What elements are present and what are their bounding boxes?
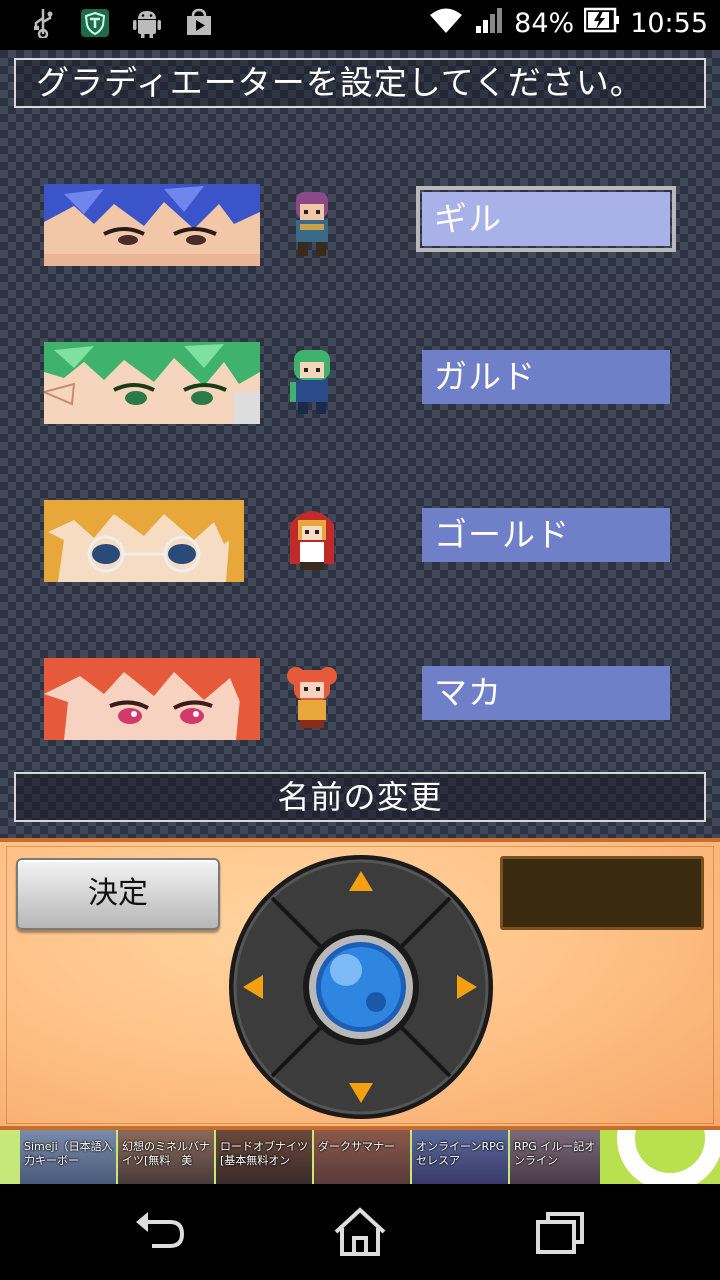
character-portrait [44,658,260,740]
arrow-left-icon[interactable] [242,974,264,1000]
usb-icon [28,8,58,38]
wifi-icon [428,6,464,41]
virtual-controller: 決定 [0,838,720,1130]
ad-logo-icon[interactable] [600,1130,720,1184]
character-sprite [282,662,342,734]
back-icon[interactable] [130,1206,190,1258]
status-bar: 84% 10:55 [0,0,720,50]
center-orb-icon[interactable] [316,942,406,1032]
character-row[interactable]: ゴールド [0,500,720,584]
play-store-icon [184,8,214,38]
character-row[interactable]: マカ [0,658,720,742]
clock: 10:55 [630,8,708,39]
ad-item[interactable]: ロードオブナイツ[基本無料オン [216,1130,312,1184]
character-sprite [282,504,342,576]
arrow-up-icon[interactable] [348,870,374,892]
recents-icon[interactable] [530,1206,590,1258]
ad-item[interactable]: オンライーンRPGセレスア [412,1130,508,1184]
android-icon [132,8,162,38]
name-field-gardo[interactable]: ガルド [422,350,670,404]
change-name-button[interactable]: 名前の変更 [14,772,706,822]
character-portrait [44,184,260,266]
character-row[interactable]: ガルド [0,342,720,426]
ad-item[interactable]: ダークサマナー [314,1130,410,1184]
arrow-down-icon[interactable] [348,1082,374,1104]
arrow-right-icon[interactable] [456,974,478,1000]
name-field-maka[interactable]: マカ [422,666,670,720]
ad-item[interactable]: Simeji（日本語入力キーボー [20,1130,116,1184]
character-sprite [282,346,342,418]
character-portrait [44,342,260,424]
signal-icon [474,6,504,41]
secondary-button[interactable] [500,856,704,930]
navigation-bar [0,1184,720,1280]
game-screen: グラディエーターを設定してください。 ギル ガルド ゴールド マカ 名前の変更 [0,50,720,838]
home-icon[interactable] [330,1206,390,1258]
page-title: グラディエーターを設定してください。 [14,58,706,108]
name-field-gold[interactable]: ゴールド [422,508,670,562]
character-row[interactable]: ギル [0,184,720,268]
character-sprite [282,188,342,260]
ad-banner[interactable]: Simeji（日本語入力キーボー 幻想のミネルバナイツ[無料 美 ロードオブナイ… [0,1130,720,1184]
ad-item[interactable]: 幻想のミネルバナイツ[無料 美 [118,1130,214,1184]
battery-charging-icon [583,7,620,40]
battery-percent: 84% [514,8,575,39]
ad-item[interactable]: RPG イルー記オンライン [510,1130,606,1184]
dpad[interactable] [226,852,496,1122]
decide-button[interactable]: 決定 [16,858,220,930]
character-portrait [44,500,260,582]
shield-app-icon [80,8,110,38]
name-field-gil[interactable]: ギル [416,186,676,252]
